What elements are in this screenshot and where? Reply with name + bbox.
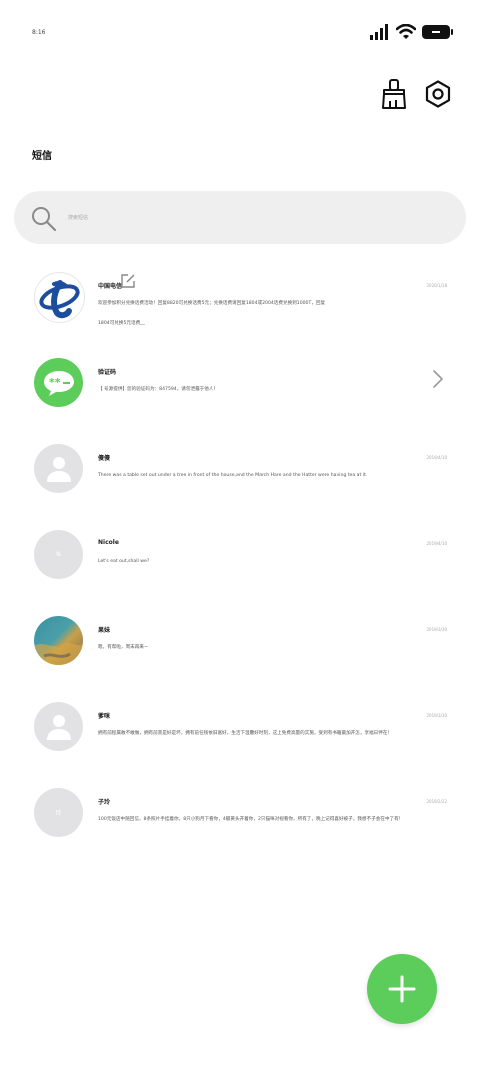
brush-icon	[382, 79, 406, 109]
person-icon	[46, 456, 71, 482]
plus-icon	[388, 975, 416, 1003]
conversation-date: 2020/1/18	[426, 283, 447, 288]
settings-button[interactable]	[424, 78, 452, 110]
sms-code-icon: **	[43, 370, 74, 396]
avatar: 玲	[34, 788, 83, 837]
signal-icon	[370, 24, 388, 40]
conversation-item[interactable]: 果妹 2019/3/30 嗯，有帮啦，周末再来~	[0, 607, 480, 693]
avatar-initial: N	[56, 551, 61, 558]
conversation-name: 子玲	[98, 799, 111, 806]
settings-hexagon-icon	[425, 80, 451, 108]
conversation-preview: 欢迎参加积分兑换话费活动！回复8820可兑换话费5元；兑换话费请回复1804或2…	[98, 301, 326, 306]
conversation-date: 2019/4/10	[426, 541, 447, 546]
avatar: N	[34, 530, 83, 579]
conversation-preview: 嗯，有帮啦，周末再来~	[98, 645, 148, 650]
conversation-item[interactable]: 傻傻 2019/4/10 There was a table set out u…	[0, 435, 480, 521]
conversation-date: 2019/3/30	[426, 713, 447, 718]
conversation-date: 2019/4/10	[426, 455, 447, 460]
conversation-date: 2019/2/22	[426, 799, 447, 804]
conversation-name: 果妹	[98, 627, 111, 634]
conversation-date: 2019/3/30	[426, 627, 447, 632]
new-message-button[interactable]	[367, 954, 437, 1024]
page-title: 短信	[32, 151, 52, 162]
person-icon	[46, 714, 71, 740]
search-icon	[32, 207, 57, 232]
avatar	[34, 702, 83, 751]
chevron-right-icon[interactable]	[432, 369, 444, 389]
search-input[interactable]	[66, 210, 430, 226]
avatar	[34, 272, 85, 323]
top-actions	[380, 78, 452, 110]
conversation-item[interactable]: 中国电信 2020/1/18 欢迎参加积分兑换话费活动！回复8820可兑换话费5…	[0, 263, 480, 349]
status-bar: 8:16	[0, 0, 480, 60]
svg-text:**: **	[49, 376, 61, 389]
conversation-preview: 拥有前程属敢不敢做，拥有前景是好是坏，拥有前任钱依旧富好，生活下温馨好时刻，这上…	[98, 731, 393, 736]
conversation-preview: 【 号源提供】您的验证码为：847594，请勿泄露于他人！	[98, 387, 219, 392]
conversation-list: 中国电信 2020/1/18 欢迎参加积分兑换话费活动！回复8820可兑换话费5…	[0, 263, 480, 865]
conversation-name: 中国电信	[98, 283, 123, 290]
status-time: 8:16	[32, 29, 46, 36]
edit-icon[interactable]	[121, 274, 135, 288]
status-icons	[370, 24, 453, 40]
conversation-item[interactable]: 爹咪 2019/3/30 拥有前程属敢不敢做，拥有前景是好是坏，拥有前任钱依旧富…	[0, 693, 480, 779]
avatar-initial: 玲	[55, 810, 62, 817]
avatar-photo	[34, 616, 83, 665]
conversation-item[interactable]: ** 验证码 【 号源提供】您的验证码为：847594，请勿泄露于他人！	[0, 349, 480, 435]
wifi-icon	[396, 24, 416, 39]
avatar: **	[34, 358, 83, 407]
conversation-preview: 100元饭店中随回信，8条照片手挂着你，8只小狗月下看你，4瓣黄头开着你，2只猫…	[98, 817, 404, 822]
conversation-name: 傻傻	[98, 455, 111, 462]
conversation-preview: Let's eat out,shall we?	[98, 559, 150, 564]
conversation-name: 验证码	[98, 369, 117, 376]
conversation-item[interactable]: N Nicole 2019/4/10 Let's eat out,shall w…	[0, 521, 480, 607]
conversation-name: 爹咪	[98, 713, 111, 720]
conversation-name: Nicole	[98, 539, 119, 546]
avatar	[34, 616, 83, 665]
conversation-item[interactable]: 玲 子玲 2019/2/22 100元饭店中随回信，8条照片手挂着你，8只小狗月…	[0, 779, 480, 865]
china-telecom-logo-icon	[39, 280, 80, 319]
conversation-preview: There was a table set out under a tree i…	[98, 473, 368, 478]
avatar	[34, 444, 83, 493]
search-bar[interactable]	[14, 191, 466, 244]
battery-icon	[422, 25, 453, 39]
clean-brush-button[interactable]	[380, 78, 408, 110]
conversation-preview-line2: 1804可兑换5元话费__	[98, 321, 145, 326]
